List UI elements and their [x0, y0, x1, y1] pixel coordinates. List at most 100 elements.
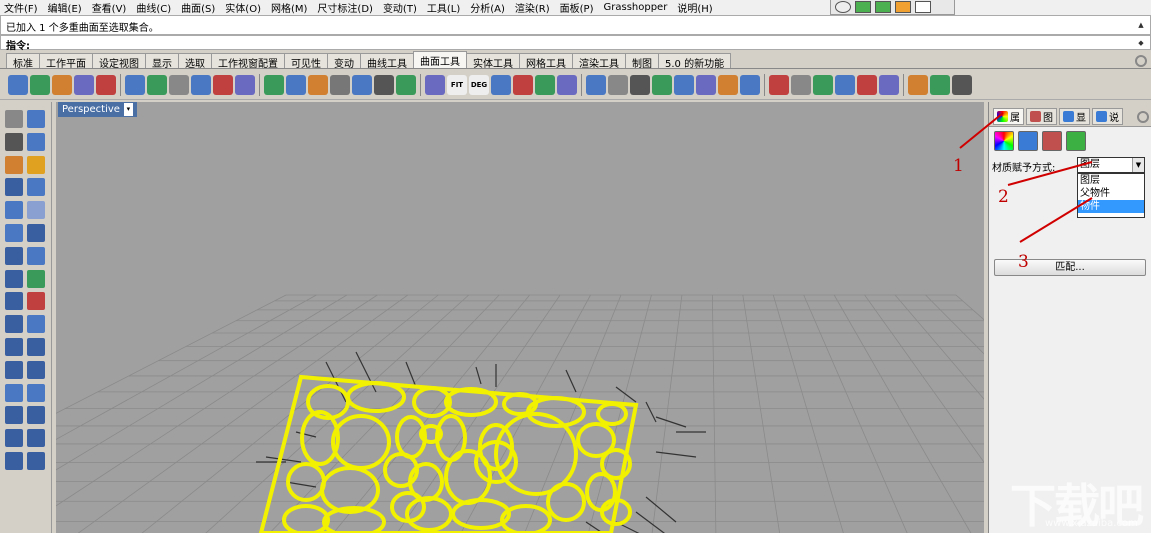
toolbar-tab[interactable]: 可见性	[284, 53, 328, 70]
surface-tool-icon[interactable]	[791, 74, 811, 95]
surface-tool-icon[interactable]	[30, 74, 50, 95]
decal-icon[interactable]	[1066, 131, 1086, 151]
material-icon[interactable]	[1018, 131, 1038, 151]
surface-tool-icon[interactable]	[952, 74, 972, 95]
modeling-tool-icon[interactable]	[27, 383, 45, 402]
surface-tool-icon[interactable]	[813, 74, 833, 95]
window-control-icon[interactable]	[915, 1, 931, 13]
modeling-tool-icon[interactable]	[5, 406, 23, 425]
menu-item[interactable]: 查看(V)	[92, 0, 127, 15]
surface-tool-icon[interactable]	[630, 74, 650, 95]
surface-tool-icon[interactable]	[718, 74, 738, 95]
surface-tool-icon[interactable]	[908, 74, 928, 95]
toolbar-tab[interactable]: 渲染工具	[572, 53, 626, 70]
surface-tool-icon[interactable]	[191, 74, 211, 95]
match-button[interactable]: 匹配...	[994, 259, 1146, 276]
modeling-tool-icon[interactable]	[5, 452, 23, 470]
surface-tool-icon[interactable]	[396, 74, 416, 95]
modeling-tool-icon[interactable]	[27, 452, 45, 470]
modeling-tool-icon[interactable]	[5, 201, 23, 220]
modeling-tool-icon[interactable]	[27, 132, 45, 151]
modeling-tool-icon[interactable]	[5, 360, 23, 379]
modeling-tool-icon[interactable]	[27, 269, 45, 288]
toolbar-tab[interactable]: 实体工具	[466, 53, 520, 70]
panel-tab[interactable]: 图	[1026, 108, 1057, 125]
modeling-tool-icon[interactable]	[5, 110, 23, 128]
panel-gear-icon[interactable]	[1137, 111, 1149, 123]
menu-item[interactable]: 渲染(R)	[515, 0, 550, 15]
menu-item[interactable]: 曲面(S)	[181, 0, 215, 15]
surface-tool-icon[interactable]	[425, 74, 445, 95]
menu-item[interactable]: 文件(F)	[4, 0, 38, 15]
surface-tool-icon[interactable]	[374, 74, 394, 95]
material-option[interactable]: 父物件	[1078, 187, 1144, 200]
material-option[interactable]: 物件	[1078, 200, 1144, 213]
toolbar-tab[interactable]: 变动	[327, 53, 361, 70]
perspective-viewport[interactable]: Perspective ▾	[56, 102, 984, 533]
modeling-tool-icon[interactable]	[27, 155, 45, 174]
menu-item[interactable]: 分析(A)	[470, 0, 505, 15]
fit-button[interactable]: FIT	[447, 74, 467, 95]
surface-tool-icon[interactable]	[513, 74, 533, 95]
chevron-down-icon[interactable]: ▼	[1132, 158, 1144, 172]
menu-item[interactable]: 面板(P)	[560, 0, 594, 15]
menu-item[interactable]: 变动(T)	[383, 0, 417, 15]
modeling-tool-icon[interactable]	[5, 155, 23, 174]
object-properties-icon[interactable]	[994, 131, 1014, 151]
menu-item[interactable]: 编辑(E)	[48, 0, 82, 15]
surface-tool-icon[interactable]	[696, 74, 716, 95]
texture-mapping-icon[interactable]	[1042, 131, 1062, 151]
toolbar-tab[interactable]: 网格工具	[519, 53, 573, 70]
surface-tool-icon[interactable]	[857, 74, 877, 95]
surface-tool-icon[interactable]	[96, 74, 116, 95]
modeling-tool-icon[interactable]	[27, 292, 45, 311]
surface-tool-icon[interactable]	[769, 74, 789, 95]
viewport-title-tab[interactable]: Perspective ▾	[58, 102, 137, 117]
surface-tool-icon[interactable]	[286, 74, 306, 95]
toolbar-tab[interactable]: 设定视图	[92, 53, 146, 70]
menu-item[interactable]: 工具(L)	[427, 0, 460, 15]
toolbar-tab[interactable]: 工作平面	[39, 53, 93, 70]
scroll-up-icon[interactable]: ▲	[1136, 20, 1146, 30]
toolbar-tab[interactable]: 曲线工具	[360, 53, 414, 70]
command-line[interactable]: 指令: ◆	[0, 35, 1151, 52]
menu-item[interactable]: Grasshopper	[604, 2, 668, 13]
surface-tool-icon[interactable]	[352, 74, 372, 95]
surface-tool-icon[interactable]	[652, 74, 672, 95]
surface-tool-icon[interactable]	[930, 74, 950, 95]
window-control-icon[interactable]	[855, 1, 871, 13]
surface-tool-icon[interactable]	[674, 74, 694, 95]
toolbar-tab[interactable]: 标准	[6, 53, 40, 70]
gear-icon[interactable]	[1135, 55, 1147, 67]
surface-tool-icon[interactable]	[557, 74, 577, 95]
modeling-tool-icon[interactable]	[27, 429, 45, 448]
panel-tab[interactable]: 属	[993, 108, 1024, 125]
menu-item[interactable]: 尺寸标注(D)	[317, 0, 373, 15]
modeling-tool-icon[interactable]	[5, 178, 23, 197]
viewport-dropdown-icon[interactable]: ▾	[123, 103, 133, 116]
surface-tool-icon[interactable]	[125, 74, 145, 95]
window-control-icon[interactable]	[875, 1, 891, 13]
menu-item[interactable]: 网格(M)	[271, 0, 307, 15]
surface-tool-icon[interactable]	[330, 74, 350, 95]
modeling-tool-icon[interactable]	[5, 269, 23, 288]
surface-tool-icon[interactable]	[308, 74, 328, 95]
modeling-tool-icon[interactable]	[5, 383, 23, 402]
scroll-icon[interactable]: ◆	[1136, 38, 1146, 48]
surface-tool-icon[interactable]	[74, 74, 94, 95]
modeling-tool-icon[interactable]	[27, 360, 45, 379]
surface-tool-icon[interactable]	[52, 74, 72, 95]
surface-tool-icon[interactable]	[213, 74, 233, 95]
menu-item[interactable]: 曲线(C)	[136, 0, 171, 15]
material-assignment-select[interactable]: 图层 ▼	[1077, 157, 1145, 173]
modeling-tool-icon[interactable]	[27, 338, 45, 356]
material-option[interactable]: 图层	[1078, 174, 1144, 187]
toolbar-tab[interactable]: 工作视窗配置	[211, 53, 285, 70]
modeling-tool-icon[interactable]	[5, 224, 23, 242]
surface-tool-icon[interactable]	[491, 74, 511, 95]
surface-tool-icon[interactable]	[740, 74, 760, 95]
modeling-tool-icon[interactable]	[27, 406, 45, 425]
modeling-tool-icon[interactable]	[27, 224, 45, 242]
modeling-tool-icon[interactable]	[5, 246, 23, 265]
surface-tool-icon[interactable]	[835, 74, 855, 95]
